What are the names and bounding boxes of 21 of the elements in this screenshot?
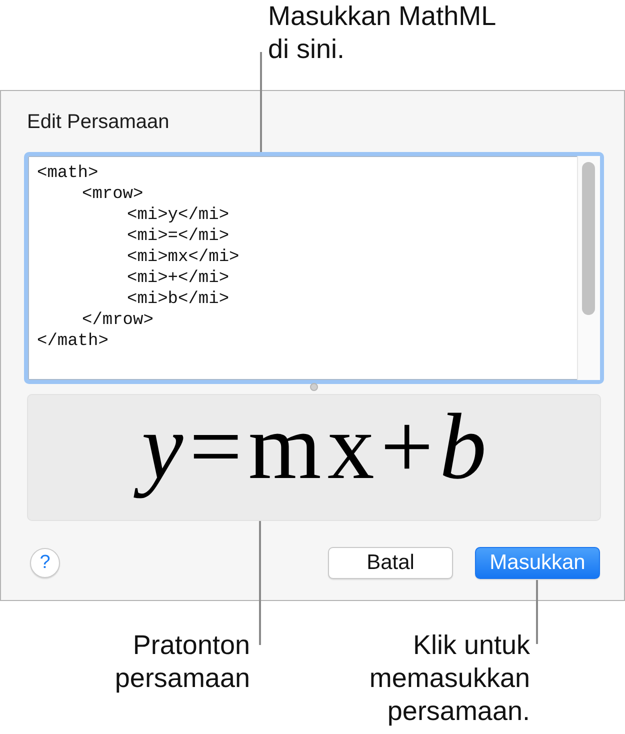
callout-text: Klik untuk memasukkan persamaan. (368, 629, 530, 728)
callout-text: Pratonton persamaan (114, 629, 250, 695)
code-line: <mi>+</mi> (126, 268, 230, 289)
code-line: </mrow> (81, 310, 154, 331)
mathml-input-field[interactable]: <math> <mrow> <mi>y</mi> <mi>=</mi> <mi>mx</mi> <mi>+</mi> <mi>b</mi> </mrow> </math> (24, 152, 604, 384)
code-line: <mi>b</mi> (126, 289, 230, 310)
scrollbar-track[interactable] (577, 156, 600, 380)
callout-text: Masukkan MathML di sini. (268, 0, 496, 66)
code-line: <mi>y</mi> (126, 205, 230, 226)
code-line: </math> (37, 331, 108, 352)
scrollbar-thumb[interactable] (582, 162, 595, 315)
code-line: <mi>=</mi> (126, 226, 230, 247)
code-line: <mrow> (81, 184, 144, 205)
resize-handle[interactable] (310, 383, 318, 391)
leader-line (536, 580, 538, 644)
code-line: <mi>mx</mi> (126, 247, 240, 268)
cancel-button[interactable]: Batal (328, 547, 453, 579)
code-line: <math> (37, 163, 98, 184)
help-button[interactable]: ? (30, 548, 60, 578)
dialog-title: Edit Persamaan (27, 110, 170, 134)
equation-text: y=mx+b (130, 393, 498, 501)
